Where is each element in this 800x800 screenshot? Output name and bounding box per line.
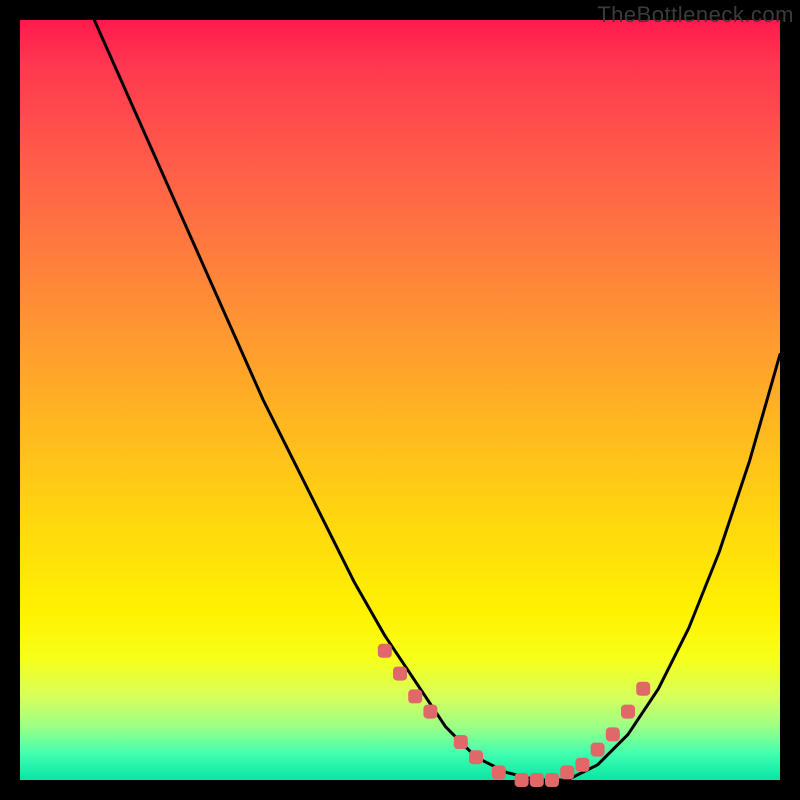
plot-area xyxy=(20,20,780,780)
marker-point xyxy=(545,773,559,787)
marker-point xyxy=(621,705,635,719)
marker-point xyxy=(423,705,437,719)
marker-point xyxy=(515,773,529,787)
curve-layer xyxy=(20,20,780,780)
marker-point xyxy=(492,765,506,779)
marker-point xyxy=(560,765,574,779)
marker-point xyxy=(393,667,407,681)
watermark-label: TheBottleneck.com xyxy=(597,2,794,28)
marker-point xyxy=(636,682,650,696)
chart-frame: TheBottleneck.com xyxy=(0,0,800,800)
marker-point xyxy=(408,689,422,703)
marker-point xyxy=(606,727,620,741)
marker-point xyxy=(454,735,468,749)
marker-group xyxy=(378,644,650,787)
marker-point xyxy=(575,758,589,772)
bottleneck-curve xyxy=(20,0,780,780)
marker-point xyxy=(469,750,483,764)
marker-point xyxy=(591,743,605,757)
marker-point xyxy=(378,644,392,658)
marker-point xyxy=(530,773,544,787)
